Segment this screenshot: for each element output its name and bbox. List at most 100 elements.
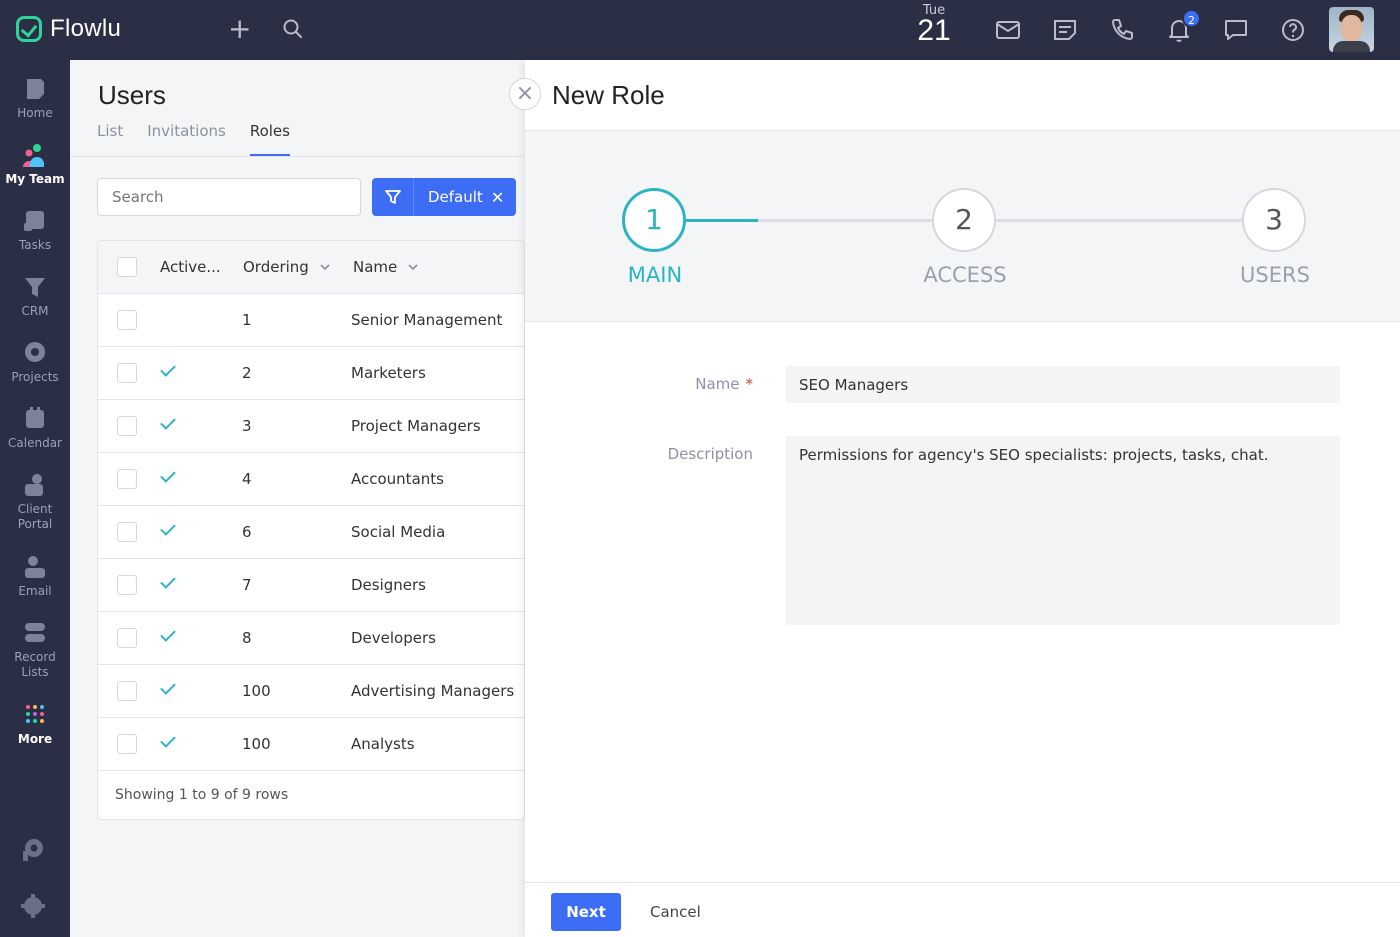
filter-icon [384, 190, 401, 204]
table-row[interactable]: 8 Developers [98, 612, 524, 665]
column-ordering-label: Ordering [243, 258, 309, 276]
modal-title: New Role [552, 80, 665, 110]
step-3-label: USERS [1240, 263, 1310, 287]
row-ordering: 1 [242, 311, 252, 329]
filter-button[interactable]: Default ✕ [372, 178, 516, 216]
step-progress [686, 219, 758, 222]
chat-icon[interactable] [1222, 16, 1250, 44]
next-button[interactable]: Next [551, 893, 621, 931]
sidebar-item-label: My Team [5, 172, 65, 186]
step-1-label: MAIN [627, 263, 683, 287]
row-name: Marketers [351, 364, 426, 382]
row-checkbox[interactable] [117, 469, 137, 489]
table-row[interactable]: 100 Advertising Managers [98, 665, 524, 718]
active-check-icon [160, 626, 176, 642]
app-logo[interactable]: Flowlu [16, 14, 121, 44]
column-ordering[interactable]: Ordering [243, 258, 330, 276]
tab-list[interactable]: List [97, 122, 123, 156]
description-field[interactable]: Permissions for agency's SEO specialists… [786, 436, 1340, 625]
sidebar-item-tasks[interactable]: Tasks [0, 208, 70, 253]
cancel-button[interactable]: Cancel [650, 893, 701, 931]
active-check-icon [160, 467, 176, 483]
table-row[interactable]: 4 Accountants [98, 453, 524, 506]
sidebar-item-label: Tasks [18, 238, 52, 252]
active-check-icon [160, 414, 176, 430]
row-checkbox[interactable] [117, 363, 137, 383]
more-grid-icon [26, 705, 44, 723]
sidebar-item-label: Calendar [8, 436, 62, 450]
select-all-checkbox[interactable] [117, 257, 137, 277]
row-name: Designers [351, 576, 426, 594]
chevron-down-icon [408, 264, 418, 271]
user-avatar[interactable] [1329, 7, 1374, 52]
column-name[interactable]: Name [353, 258, 418, 276]
table-row[interactable]: 7 Designers [98, 559, 524, 612]
sidebar-item-email[interactable]: Email [0, 554, 70, 599]
row-ordering: 8 [242, 629, 252, 647]
row-checkbox[interactable] [117, 575, 137, 595]
column-name-label: Name [353, 258, 398, 276]
sidebar-item-label: Home [17, 106, 53, 120]
sidebar-item-record-lists[interactable]: Record Lists [0, 620, 70, 680]
plus-icon[interactable]: + [228, 15, 251, 43]
name-label-text: Name [695, 375, 740, 393]
sidebar-item-home[interactable]: Home [0, 76, 70, 121]
tab-roles[interactable]: Roles [249, 122, 290, 156]
help-icon[interactable] [1279, 16, 1307, 44]
sidebar-item-calendar[interactable]: Calendar [0, 406, 70, 451]
row-checkbox[interactable] [117, 628, 137, 648]
row-checkbox[interactable] [117, 416, 137, 436]
sidebar-item-client-portal[interactable]: Client Portal [0, 472, 70, 532]
crm-icon [25, 278, 45, 297]
row-name: Senior Management [351, 311, 503, 329]
sidebar-item-crm[interactable]: CRM [0, 274, 70, 319]
date-number: 21 [917, 14, 951, 47]
row-name: Advertising Managers [351, 682, 515, 700]
row-ordering: 2 [242, 364, 252, 382]
search-input[interactable] [97, 178, 361, 216]
active-check-icon [160, 520, 176, 536]
sidebar-item-more[interactable]: More [0, 702, 70, 747]
row-checkbox[interactable] [117, 310, 137, 330]
client-portal-icon [25, 474, 43, 496]
row-ordering: 7 [242, 576, 252, 594]
table-row[interactable]: 1 Senior Management [98, 294, 524, 347]
close-icon[interactable]: × [509, 78, 541, 110]
table-row[interactable]: 6 Social Media [98, 506, 524, 559]
tab-invitations[interactable]: Invitations [147, 122, 226, 156]
row-checkbox[interactable] [117, 522, 137, 542]
sidebar-item-label: CRM [21, 304, 49, 318]
active-check-icon [160, 361, 176, 377]
table-row[interactable]: 100 Analysts [98, 718, 524, 771]
sidebar-item-my-team[interactable]: My Team [0, 142, 70, 187]
step-1-circle[interactable]: 1 [622, 188, 686, 252]
settings-gear-icon[interactable] [20, 893, 46, 919]
mail-icon[interactable] [994, 16, 1022, 44]
app-name: Flowlu [50, 15, 122, 42]
table-row[interactable]: 3 Project Managers [98, 400, 524, 453]
active-check-icon [160, 679, 176, 695]
search-icon[interactable] [282, 18, 304, 40]
sidebar-item-projects[interactable]: Projects [0, 340, 70, 385]
step-2-circle[interactable]: 2 [932, 188, 996, 252]
sidebar-item-label: Projects [11, 370, 59, 384]
role-name-field[interactable] [786, 366, 1340, 403]
sidebar-item-label: Record Lists [14, 650, 56, 679]
clear-filter-icon[interactable]: ✕ [491, 188, 504, 207]
portal-settings-icon[interactable] [20, 837, 46, 863]
row-ordering: 100 [242, 735, 271, 753]
row-checkbox[interactable] [117, 734, 137, 754]
date-widget[interactable]: Tue 21 [912, 3, 956, 46]
notes-icon[interactable] [1051, 16, 1079, 44]
roles-table: Active... Ordering Name 1 Senior Managem… [97, 240, 525, 820]
row-name: Developers [351, 629, 436, 647]
phone-icon[interactable] [1108, 16, 1136, 44]
step-connector [996, 219, 1246, 222]
column-active[interactable]: Active... [160, 258, 221, 276]
page-title: Users [98, 80, 166, 110]
row-name: Project Managers [351, 417, 481, 435]
row-checkbox[interactable] [117, 681, 137, 701]
table-row[interactable]: 2 Marketers [98, 347, 524, 400]
step-3-circle[interactable]: 3 [1242, 188, 1306, 252]
row-ordering: 100 [242, 682, 271, 700]
